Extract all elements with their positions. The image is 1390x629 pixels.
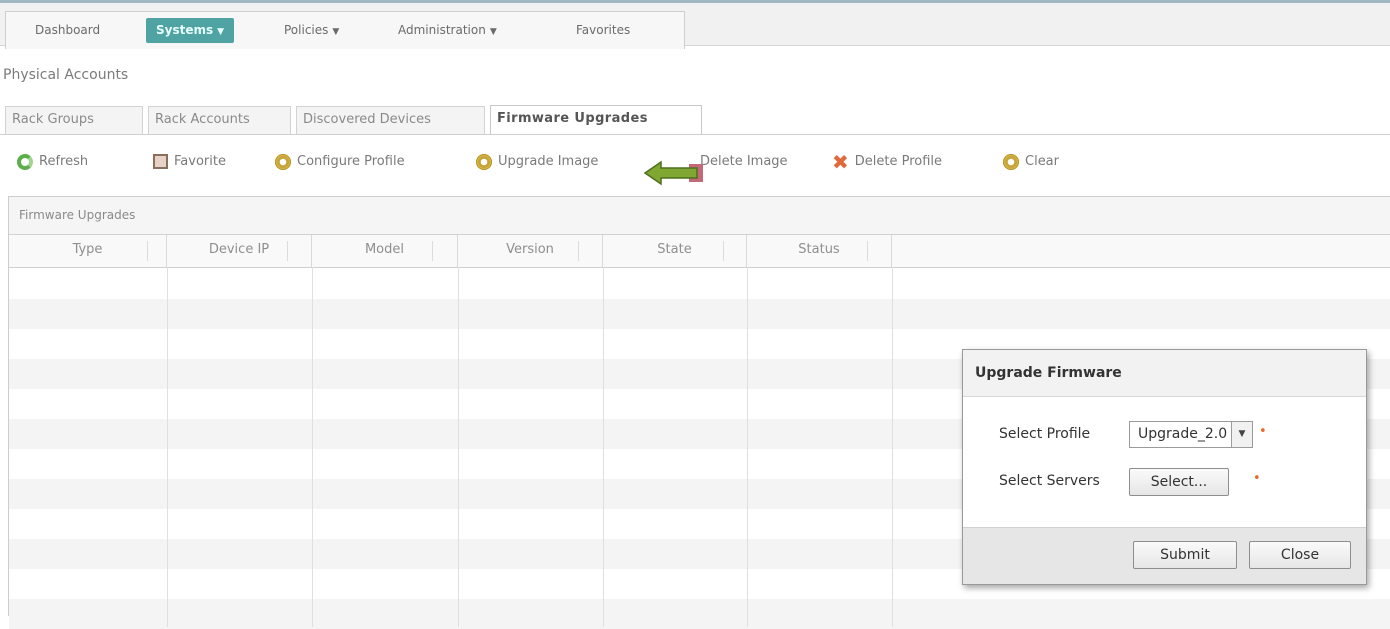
column-label: Model (364, 242, 405, 257)
dialog-title: Upgrade Firmware (963, 350, 1366, 397)
tab-rack-groups[interactable]: Rack Groups (5, 106, 143, 134)
column-label: State (657, 242, 692, 257)
column-label: Type (72, 242, 103, 257)
top-menu-bar: Dashboard Systems ▼ Policies ▼ Administrat… (0, 0, 1390, 49)
upgrade-image-button[interactable]: Upgrade Image (476, 151, 598, 173)
dialog-footer: Submit Close (963, 527, 1366, 584)
configure-profile-button[interactable]: Configure Profile (275, 151, 405, 173)
select-servers-label: Select Servers (999, 473, 1100, 489)
select-servers-button[interactable]: Select... (1129, 468, 1229, 496)
tab-firmware-upgrades[interactable]: Firmware Upgrades (490, 105, 702, 135)
tab-label: Firmware Upgrades (497, 111, 648, 126)
menu-dashboard-label: Dashboard (35, 23, 101, 37)
table-row[interactable] (9, 299, 1390, 329)
grid-header-row: Type Device IP Model Version State Statu… (9, 235, 1390, 268)
tab-rack-accounts[interactable]: Rack Accounts (148, 106, 291, 134)
grid-divider (892, 267, 893, 627)
delete-profile-button[interactable]: ✖ Delete Profile (832, 151, 942, 173)
select-profile-label: Select Profile (999, 426, 1091, 442)
delete-profile-label: Delete Profile (854, 154, 943, 169)
required-marker: • (1253, 471, 1261, 486)
grid-divider (167, 267, 168, 627)
menu-favorites-label: Favorites (576, 23, 631, 37)
chevron-down-icon: ▼ (332, 27, 340, 37)
column-label: Version (506, 242, 554, 257)
tab-discovered-devices[interactable]: Discovered Devices (296, 106, 485, 134)
refresh-icon (17, 153, 33, 170)
column-type[interactable]: Type (9, 235, 167, 267)
column-model[interactable]: Model (312, 235, 458, 267)
favorite-button[interactable]: Favorite (153, 151, 226, 173)
favorite-icon (153, 154, 168, 169)
tab-label: Rack Accounts (155, 112, 250, 127)
column-status[interactable]: Status (747, 235, 892, 267)
tab-label: Discovered Devices (303, 112, 431, 127)
menu-systems[interactable]: Systems ▼ (146, 18, 235, 43)
gear-icon (476, 153, 492, 170)
menu-policies-label: Policies (284, 23, 329, 37)
configure-profile-label: Configure Profile (297, 154, 405, 169)
profile-select[interactable]: Upgrade_2.0 ▼ (1129, 421, 1253, 448)
table-row[interactable] (9, 599, 1390, 629)
menu-administration[interactable]: Administration ▼ (388, 18, 507, 43)
favorite-label: Favorite (174, 154, 226, 169)
tabs-divider (0, 134, 1390, 135)
menu-container: Dashboard Systems ▼ Policies ▼ Administrat… (5, 11, 685, 49)
clear-label: Clear (1025, 154, 1059, 169)
menu-policies[interactable]: Policies ▼ (274, 18, 349, 43)
column-label: Status (798, 242, 840, 257)
required-marker: • (1259, 424, 1267, 439)
clear-button[interactable]: Clear (1003, 151, 1059, 173)
tab-label: Rack Groups (12, 112, 94, 127)
upgrade-image-label: Upgrade Image (498, 154, 599, 169)
grid-title: Firmware Upgrades (9, 197, 1390, 235)
menu-administration-label: Administration (398, 23, 486, 37)
arrow-left-icon (643, 160, 703, 186)
chevron-down-icon[interactable]: ▼ (1231, 422, 1252, 447)
menu-favorites[interactable]: Favorites (566, 18, 640, 43)
grid-divider (747, 267, 748, 627)
column-version[interactable]: Version (458, 235, 603, 267)
grid-divider (458, 267, 459, 627)
page-title: Physical Accounts (3, 67, 129, 83)
column-device-ip[interactable]: Device IP (167, 235, 312, 267)
gear-icon (1003, 153, 1019, 170)
refresh-label: Refresh (39, 154, 89, 169)
chevron-down-icon: ▼ (489, 27, 497, 37)
menu-systems-label: Systems (156, 23, 214, 37)
profile-select-value: Upgrade_2.0 (1138, 426, 1228, 442)
table-row[interactable] (9, 269, 1390, 299)
grid-divider (312, 267, 313, 627)
chevron-down-icon: ▼ (217, 27, 225, 37)
menu-dashboard[interactable]: Dashboard (25, 18, 110, 43)
submit-button[interactable]: Submit (1133, 541, 1237, 569)
x-icon: ✖ (832, 149, 849, 174)
close-button[interactable]: Close (1249, 541, 1351, 569)
grid-divider (603, 267, 604, 627)
delete-image-label: Delete Image (700, 154, 788, 169)
refresh-button[interactable]: Refresh (17, 151, 88, 173)
column-label: Device IP (208, 242, 270, 257)
delete-image-button[interactable]: Delete Image (700, 151, 788, 173)
column-state[interactable]: State (603, 235, 747, 267)
gear-icon (275, 153, 291, 170)
upgrade-firmware-dialog: Upgrade Firmware Select Profile Upgrade_… (962, 349, 1367, 585)
